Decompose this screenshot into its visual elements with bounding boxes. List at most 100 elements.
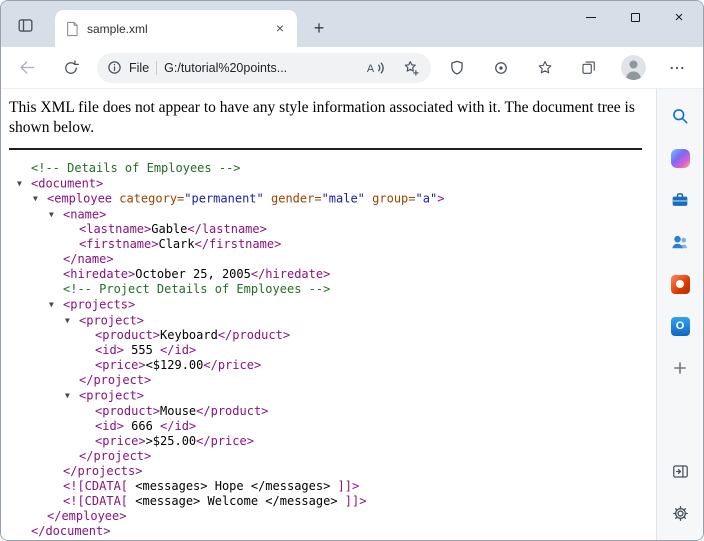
xml-token-tag: </projects> [63,463,143,478]
xml-line: <firstname>Clark</firstname> [9,237,642,252]
add-favorite-button[interactable] [397,55,425,81]
refresh-button[interactable] [53,52,89,84]
xml-token-attr: category= [112,191,185,206]
main-area: This XML file does not appear to have an… [1,89,703,540]
maximize-button[interactable] [613,1,657,33]
address-bar[interactable]: File G:/tutorial%20points... A [97,52,431,83]
xml-line: <price><$129.00</price> [9,358,642,373]
xml-line: ▼ <name> [9,207,642,223]
xml-line: ▼ <project> [9,388,642,404]
new-tab-button[interactable]: + [307,16,331,40]
xml-token-val: "male" [321,191,365,206]
xml-line: <!-- Details of Employees --> [9,161,642,176]
xml-token-comment: <!-- Project Details of Employees --> [63,282,331,297]
collapse-arrow-icon[interactable]: ▼ [49,207,63,222]
xml-line: </name> [9,252,642,267]
minimize-button[interactable] [569,1,613,33]
address-divider [156,60,158,75]
xml-token-tag: </product> [196,403,269,418]
sidebar-tools-button[interactable] [663,183,697,217]
xml-token-tag: <lastname> [79,222,152,237]
collapse-arrow-icon[interactable]: ▼ [65,313,79,328]
xml-token-tag: </employee> [47,508,127,523]
xml-token-tag: <project> [79,313,145,328]
sidebar-search-button[interactable] [663,99,697,133]
read-aloud-button[interactable]: A [362,55,390,81]
window-controls: × [569,1,701,33]
collapse-arrow-icon[interactable]: ▼ [49,297,63,312]
sidebar-add-button[interactable] [663,351,697,385]
xml-line: ▼ <employee category="permanent" gender="… [9,191,642,207]
browser-window: sample.xml × + × File G:/tutorial%20poin… [0,0,704,541]
xml-line: <product>Keyboard</product> [9,328,642,343]
more-dots-icon [670,66,684,69]
xml-token-tag: </document> [31,523,111,538]
edge-sidebar: O [656,89,703,540]
xml-token-tag: <![CDATA[ [63,478,129,493]
collapse-arrow-icon[interactable]: ▼ [17,176,31,191]
close-button[interactable]: × [657,1,701,33]
xml-token-tag: <price> [95,433,146,448]
xml-file-icon [67,21,78,36]
xml-line: <product>Mouse</product> [9,404,642,419]
star-plus-icon [404,60,419,76]
xml-token-tag: <employee [47,191,113,206]
copilot-icon [670,148,690,168]
maximize-icon [630,12,640,22]
xml-token-tag: </product> [217,328,291,343]
xml-token-tag: ]]> [337,478,360,493]
tab-title: sample.xml [87,21,148,36]
open-sidebar-icon [672,464,688,478]
xml-token-tag: <product> [95,403,161,418]
collapse-arrow-icon[interactable]: ▼ [65,388,79,403]
xml-line: ▼ <projects> [9,297,642,313]
browser-essentials-button[interactable] [483,52,519,84]
xml-token-text: <messages> Hope </messages> [128,478,338,493]
xml-token-tag: <price> [95,358,146,373]
xml-token-tag: </project> [79,448,152,463]
xml-token-tag: <![CDATA[ [63,493,129,508]
sidebar-copilot-button[interactable] [663,141,697,175]
tab-actions-menu-icon [17,18,33,32]
browser-tab[interactable]: sample.xml × [55,10,297,47]
sidebar-outlook-button[interactable]: O [663,309,697,343]
sidebar-bottom-group [663,454,697,530]
xml-token-tag: </price> [203,358,262,373]
xml-token-text: Mouse [160,403,197,418]
xml-tree: <!-- Details of Employees --> ▼ <document>… [9,161,642,539]
info-icon [108,61,121,74]
xml-token-text: >$25.00 [145,433,197,448]
xml-token-tag: <id> [95,343,124,358]
collections-button[interactable] [571,52,607,84]
address-url: G:/tutorial%20points... [164,60,288,75]
xml-line: <price>>$25.00</price> [9,434,642,449]
sidebar-people-button[interactable] [663,225,697,259]
xml-token-tag: </hiredate> [250,267,331,282]
favorites-star-icon [538,60,552,73]
xml-line: </projects> [9,464,642,479]
collapse-arrow-icon[interactable]: ▼ [33,191,47,206]
xml-token-tag: <document> [31,176,104,191]
xml-token-text: October 25, 2005 [135,267,251,282]
xml-token-tag: <hiredate> [63,267,136,282]
xml-token-tag: <projects> [63,297,136,312]
favorites-button[interactable] [527,52,563,84]
xml-token-tag: </id> [160,343,197,358]
tab-actions-menu-button[interactable] [13,13,37,37]
outlook-letter: O [675,320,685,332]
sidebar-office-button[interactable] [663,267,697,301]
open-sidebar-button[interactable] [663,454,697,488]
back-button[interactable] [9,52,45,84]
profile-button[interactable] [615,52,651,84]
svg-text:A: A [367,63,375,75]
xml-token-text: Gable [151,222,188,237]
tab-close-icon[interactable]: × [271,20,289,38]
xml-line: <![CDATA[ <message> Welcome </message> ]… [9,494,642,509]
xml-token-tag: </firstname> [194,237,282,252]
settings-more-button[interactable] [659,52,695,84]
security-shield-button[interactable] [439,52,475,84]
plus-icon [674,362,686,374]
xml-line: <!-- Project Details of Employees --> [9,282,642,297]
tab-strip: sample.xml × + × [1,1,703,47]
sidebar-settings-button[interactable] [663,496,697,530]
